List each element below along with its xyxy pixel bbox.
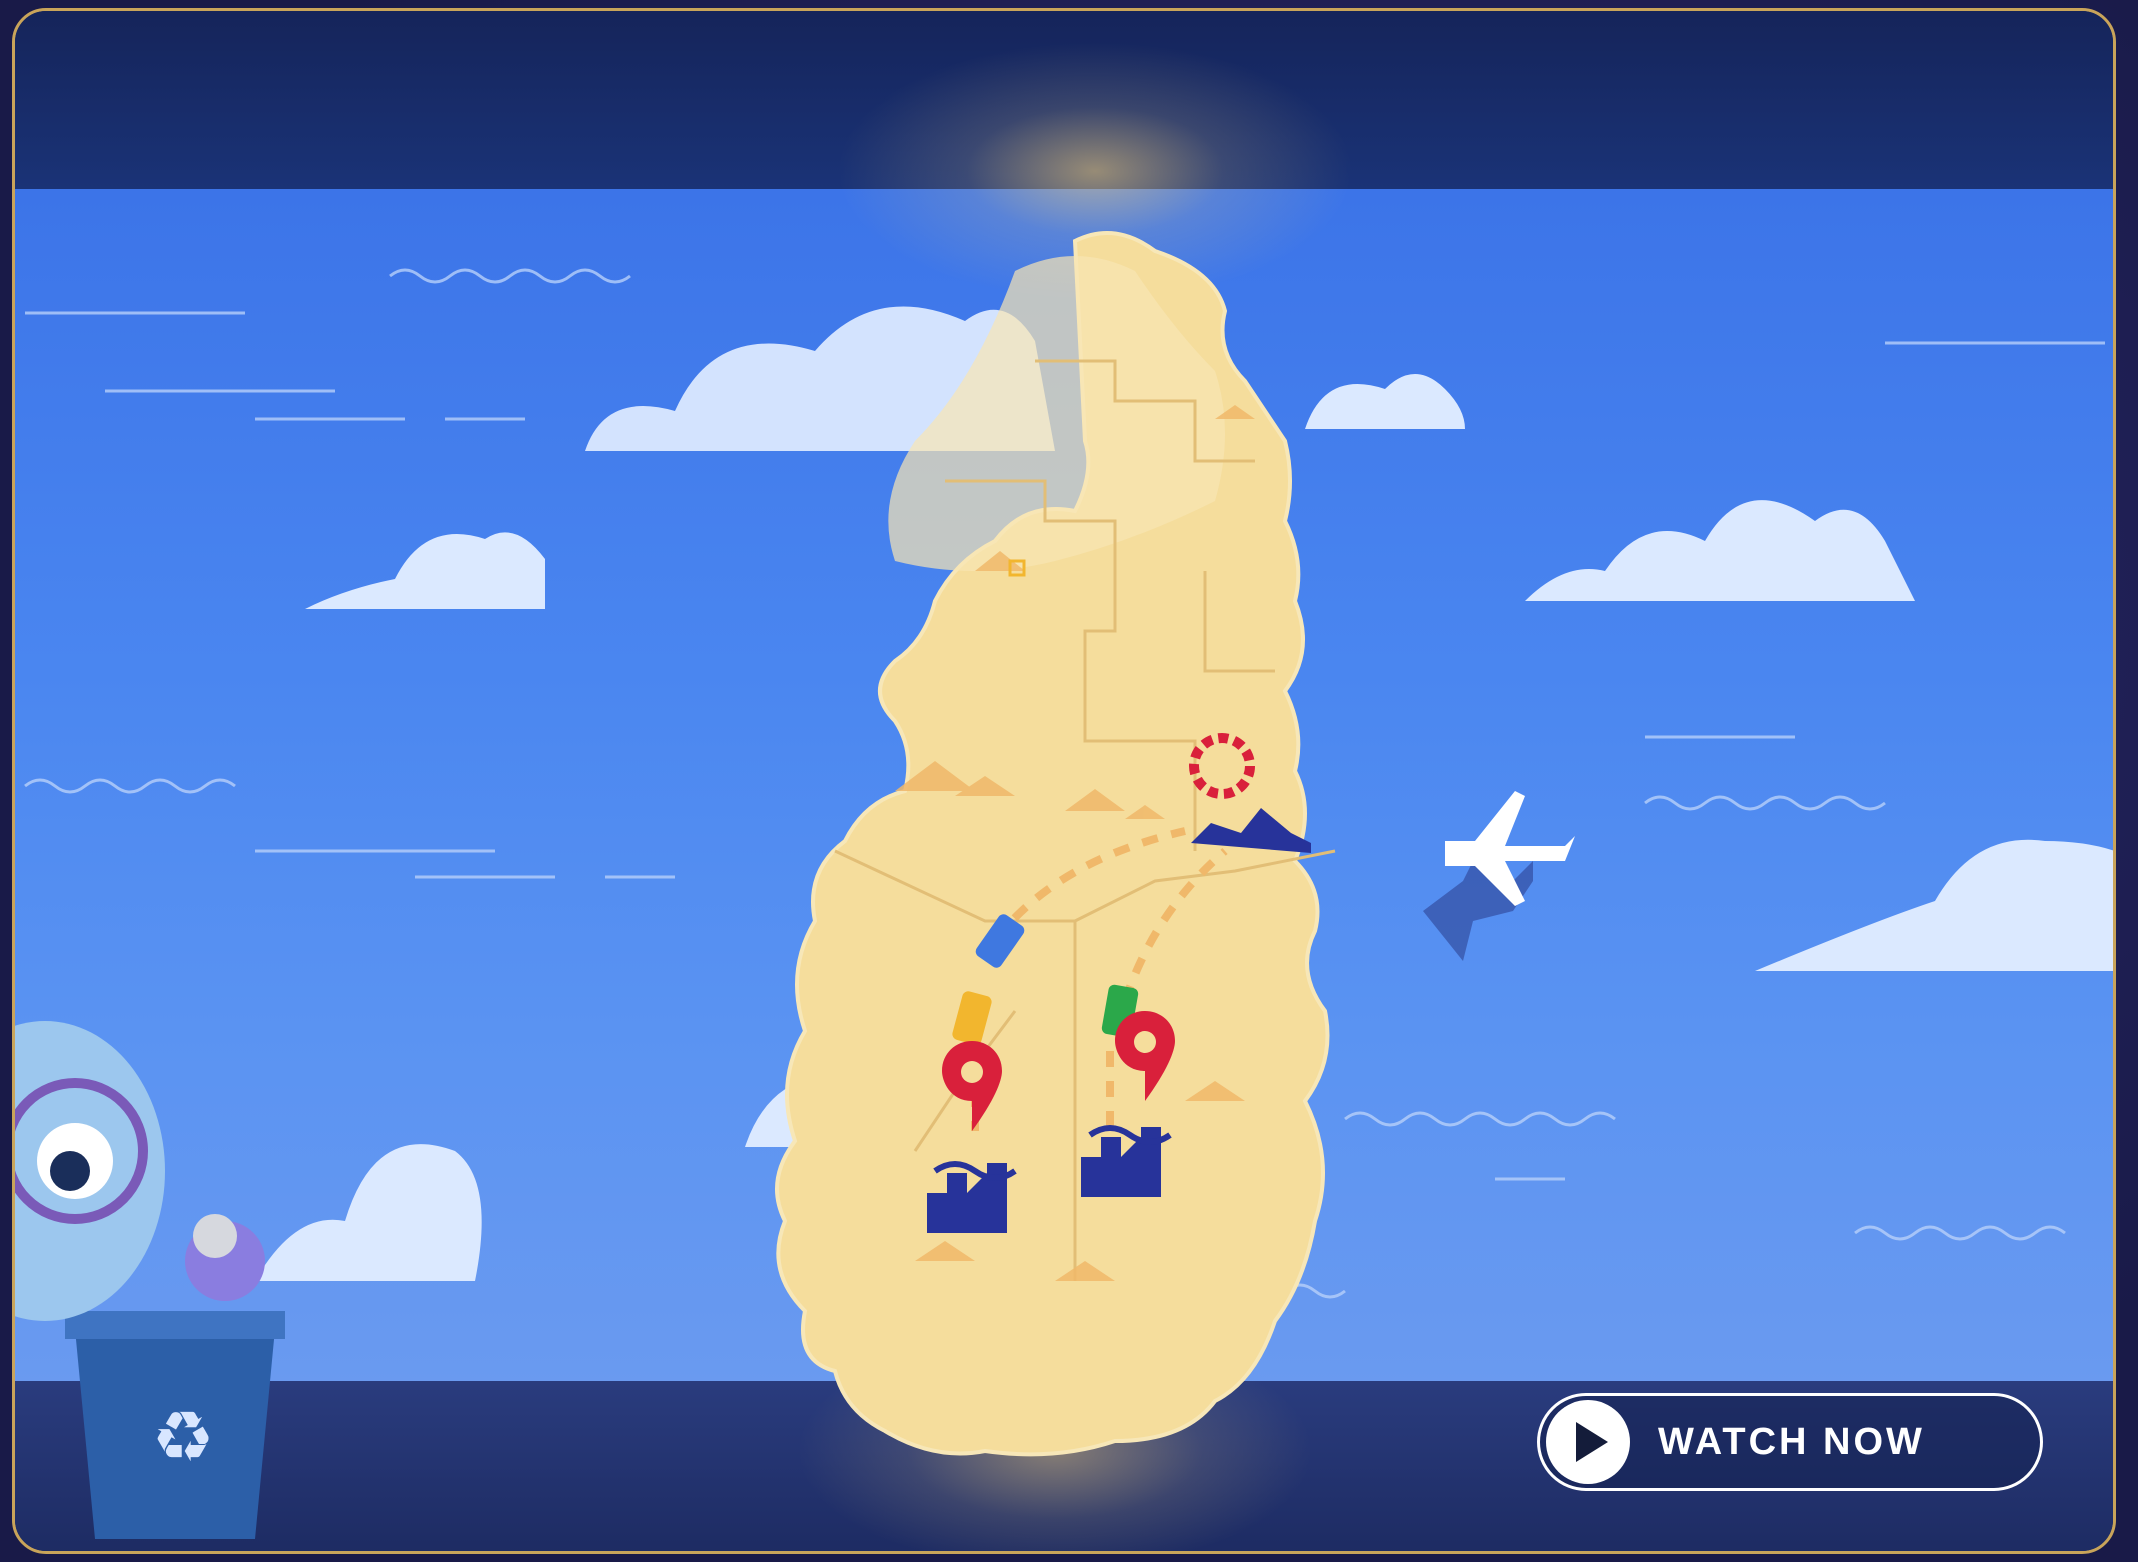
play-icon <box>1576 1422 1608 1462</box>
recycle-icon: ♻ <box>152 1396 215 1478</box>
cloud <box>1755 839 2113 971</box>
mascot-character <box>15 1021 265 1321</box>
video-card[interactable]: ♻ WATCH NOW <box>12 8 2116 1554</box>
airplane-icon <box>1423 791 1575 961</box>
cloud <box>1525 500 1915 601</box>
qatar-map-illustration: ♻ <box>15 231 2113 1539</box>
watch-now-button[interactable]: WATCH NOW <box>1537 1393 2043 1491</box>
watch-now-label: WATCH NOW <box>1658 1420 1925 1463</box>
play-button-circle[interactable] <box>1546 1400 1630 1484</box>
cloud <box>255 1144 482 1281</box>
cloud <box>1305 374 1465 429</box>
recycling-bin: ♻ <box>65 1311 285 1539</box>
cloud <box>305 532 545 609</box>
